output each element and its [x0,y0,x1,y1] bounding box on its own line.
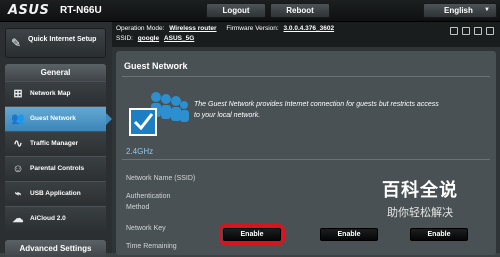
sidebar-item-label: AiCloud 2.0 [30,215,66,222]
sidebar-item-network-map[interactable]: ⊞ Network Map [5,81,106,106]
divider [122,159,490,160]
ssid-link-24[interactable]: google [138,35,159,42]
row-label-auth-method: Authentication Method [126,193,171,211]
language-value: English [444,6,473,15]
advanced-settings-title: Advanced Settings [5,240,106,257]
guest-network-icon: 👥 [11,113,25,125]
row-label-ssid: Network Name (SSID) [126,175,196,182]
quick-internet-setup-label: Quick Internet Setup [28,36,97,43]
model-name: RT-N66U [60,5,102,16]
sidebar-item-aicloud[interactable]: ☁ AiCloud 2.0 [5,206,106,231]
top-bar: ASUS RT-N66U Logout Reboot English ▼ [0,0,500,22]
operation-mode-link[interactable]: Wireless router [169,25,216,32]
sidebar-item-label: Guest Network [30,115,76,122]
watermark-title: 百科全说 [382,180,458,201]
usb-status-icon[interactable] [486,27,494,35]
chevron-down-icon: ▼ [484,7,490,13]
sidebar: ✎ Quick Internet Setup General ⊞ Network… [0,22,112,257]
network-status-icon[interactable] [462,27,470,35]
usb-icon: ⌁ [14,188,22,200]
enable-button-3[interactable]: Enable [410,228,468,241]
band-label: 2.4GHz [126,147,154,156]
printer-icon[interactable] [474,27,482,35]
parental-controls-icon: ☺ [12,163,24,175]
firmware-link[interactable]: 3.0.0.4.376_3602 [284,25,335,32]
sidebar-item-label: USB Application [30,190,81,197]
wand-icon: ✎ [11,36,22,50]
sidebar-item-parental-controls[interactable]: ☺ Parental Controls [5,156,106,181]
asus-logo: ASUS [8,3,50,18]
firmware-label: Firmware Version: [226,25,279,32]
main-content: Guest Network The Guest Network provides… [112,47,500,255]
ssid-line: SSID: google ASUS_5G [116,35,194,42]
traffic-manager-icon: ∿ [13,138,23,150]
guest-network-panel: Guest Network The Guest Network provides… [116,51,496,255]
guest-network-description: The Guest Network provides Internet conn… [194,101,439,119]
reboot-button[interactable]: Reboot [270,3,330,18]
sidebar-item-label: Parental Controls [30,165,85,172]
network-map-icon: ⊞ [13,88,23,100]
quick-internet-setup-button[interactable]: ✎ Quick Internet Setup [5,28,106,58]
info-bar: Operation Mode: Wireless router Firmware… [112,22,500,47]
operation-mode-label: Operation Mode: [116,25,165,32]
sidebar-item-label: Traffic Manager [30,140,79,147]
logout-button[interactable]: Logout [206,3,266,18]
language-select[interactable]: English ▼ [423,3,497,18]
status-icons [450,27,494,35]
ssid-label: SSID: [116,35,133,42]
sidebar-item-guest-network[interactable]: 👥 Guest Network [5,106,112,131]
enable-button-1[interactable]: Enable [219,224,285,245]
row-label-network-key: Network Key [126,225,166,232]
ssid-link-5g[interactable]: ASUS_5G [164,35,194,42]
operation-mode-line: Operation Mode: Wireless router Firmware… [116,25,334,32]
watermark: 百科全说 助你轻松解决 [362,176,478,220]
row-label-time-remaining: Time Remaining [126,243,177,250]
sidebar-item-traffic-manager[interactable]: ∿ Traffic Manager [5,131,106,156]
general-section-title: General [5,64,106,81]
page-title: Guest Network [124,61,188,71]
divider [122,76,490,77]
sidebar-item-label: Network Map [30,90,71,97]
guest-network-illustration-icon [129,92,189,136]
enable-button-2[interactable]: Enable [320,228,378,241]
watermark-subtitle: 助你轻松解决 [387,206,453,219]
sidebar-item-usb-application[interactable]: ⌁ USB Application [5,181,106,206]
lock-icon[interactable] [450,27,458,35]
cloud-icon: ☁ [12,213,24,225]
